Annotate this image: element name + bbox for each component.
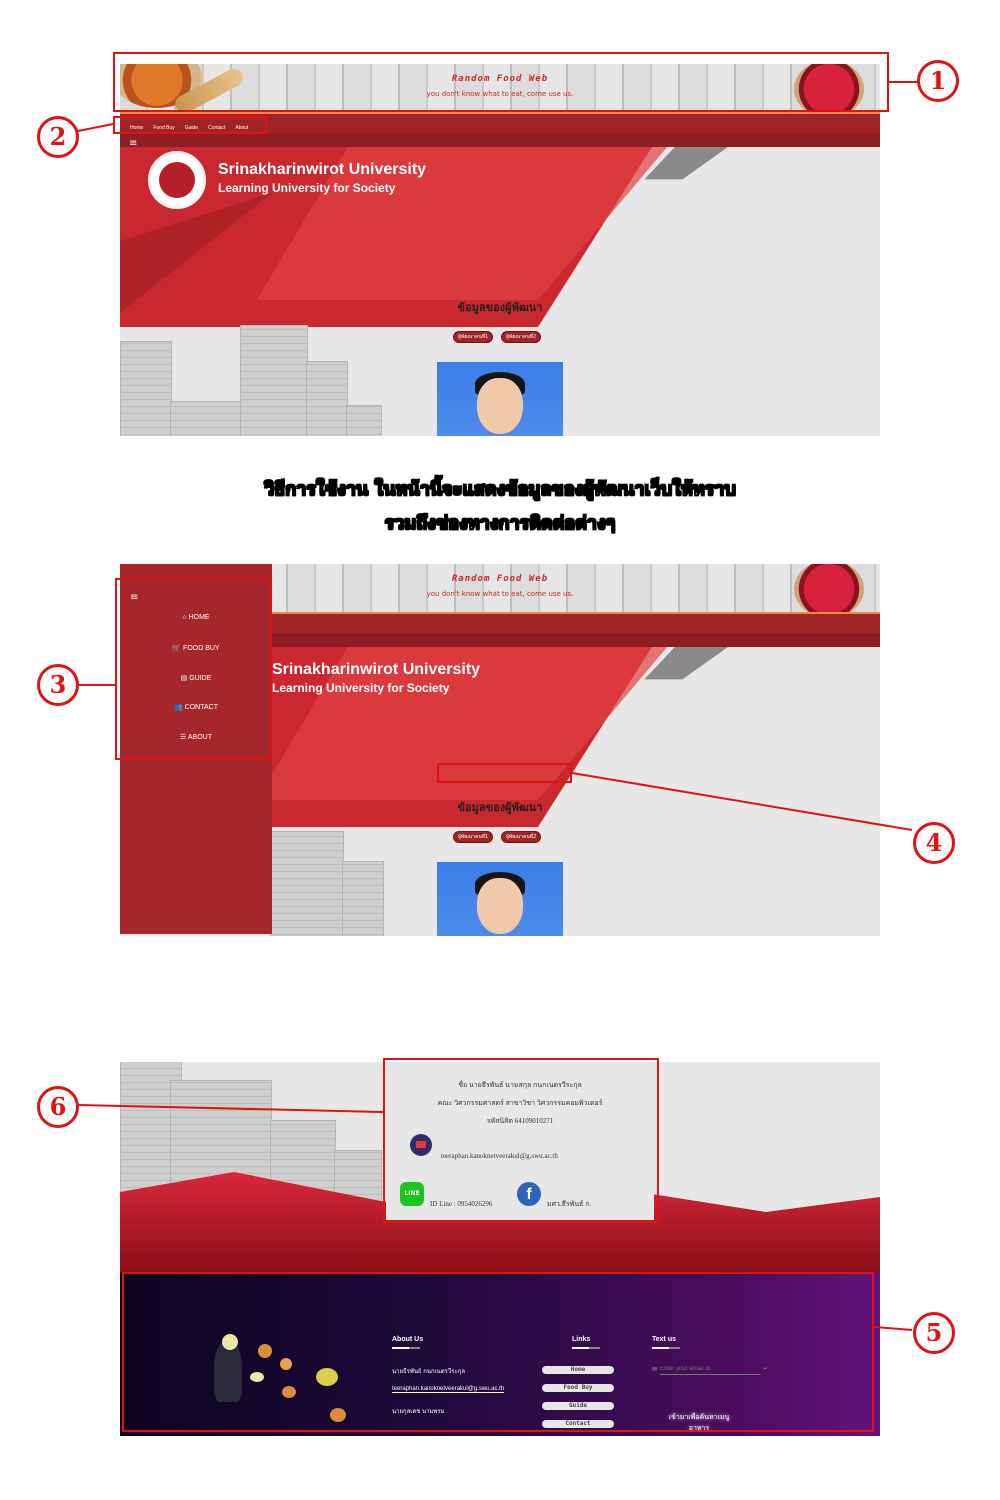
callout-number-2: 2 [37,116,79,158]
callout-number-6: 6 [37,1086,79,1128]
callout-connector-lines [77,81,918,1331]
callout-number-3: 3 [37,664,79,706]
callout-number-1: 1 [917,60,959,102]
callout-number-5: 5 [913,1312,955,1354]
callout-number-4: 4 [913,822,955,864]
